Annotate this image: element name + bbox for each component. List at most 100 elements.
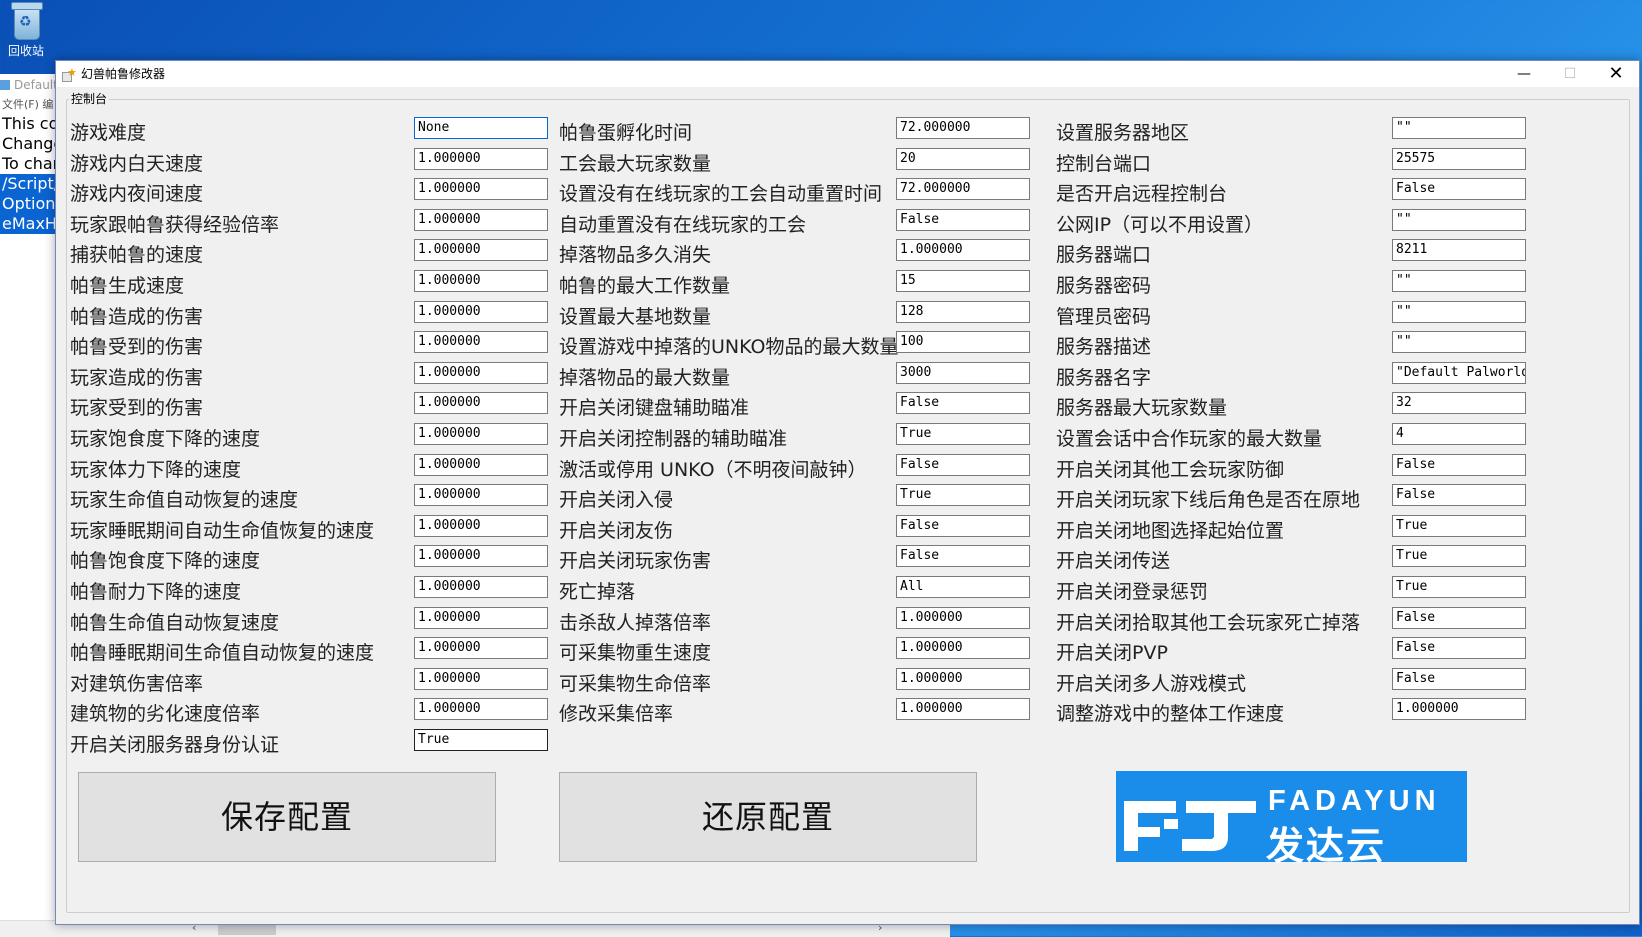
setting-input[interactable]: 1.000000 <box>414 239 548 262</box>
setting-input[interactable]: 8211 <box>1392 239 1526 262</box>
setting-input[interactable]: False <box>896 392 1030 415</box>
setting-input[interactable]: All <box>896 575 1030 598</box>
setting-label: 激活或停用 UNKO（不明夜间敲钟） <box>559 458 867 481</box>
setting-input[interactable]: True <box>896 484 1030 507</box>
setting-row: 公网IP（可以不用设置） "" <box>1056 206 1536 237</box>
setting-input[interactable]: 1.000000 <box>414 422 548 445</box>
setting-row: 可采集物生命倍率 1.000000 <box>559 665 1044 696</box>
background-editor-window[interactable]: Default 文件(F) 编 This cor Change To char … <box>0 74 75 936</box>
setting-label: 帕鲁生命值自动恢复速度 <box>70 611 280 634</box>
setting-input[interactable]: 1.000000 <box>414 514 548 537</box>
setting-input[interactable]: True <box>1392 575 1526 598</box>
setting-input[interactable]: 1.000000 <box>414 453 548 476</box>
background-text-line: To char <box>2 154 60 173</box>
setting-row: 设置没有在线玩家的工会自动重置时间 72.000000 <box>559 175 1044 206</box>
setting-input[interactable]: 1.000000 <box>1392 698 1526 721</box>
setting-input[interactable]: 128 <box>896 300 1030 323</box>
maximize-button[interactable]: ☐ <box>1547 61 1593 87</box>
minimize-button[interactable]: — <box>1501 61 1547 87</box>
setting-input[interactable]: 25575 <box>1392 147 1526 170</box>
setting-row: 玩家饱食度下降的速度 1.000000 <box>70 420 550 451</box>
setting-input[interactable]: 1.000000 <box>414 606 548 629</box>
setting-label: 开启关闭多人游戏模式 <box>1056 672 1247 695</box>
setting-label: 自动重置没有在线玩家的工会 <box>559 213 807 236</box>
setting-input[interactable]: 20 <box>896 147 1030 170</box>
setting-input[interactable]: 1.000000 <box>414 575 548 598</box>
setting-input[interactable]: "" <box>1392 117 1526 139</box>
recycle-bin-shortcut[interactable]: ♻ 回收站 <box>4 0 48 59</box>
setting-input[interactable]: False <box>1392 453 1526 476</box>
logo-text-cn: 发达云 <box>1266 824 1387 868</box>
setting-input[interactable]: "" <box>1392 269 1526 292</box>
restore-config-button[interactable]: 还原配置 <box>559 772 977 862</box>
setting-input[interactable]: True <box>896 422 1030 445</box>
setting-label: 服务器名字 <box>1056 366 1152 389</box>
setting-row: 玩家造成的伤害 1.000000 <box>70 359 550 390</box>
background-window-title: Default <box>14 78 58 92</box>
setting-input[interactable]: 1.000000 <box>414 147 548 170</box>
setting-row: 帕鲁生命值自动恢复速度 1.000000 <box>70 604 550 635</box>
setting-input[interactable]: 1.000000 <box>896 239 1030 262</box>
close-button[interactable]: ✕ <box>1593 61 1639 87</box>
setting-input[interactable]: True <box>414 728 548 751</box>
setting-input[interactable]: 72.000000 <box>896 117 1030 139</box>
setting-input[interactable]: "" <box>1392 208 1526 231</box>
setting-row: 帕鲁蛋孵化时间 72.000000 <box>559 114 1044 145</box>
setting-input[interactable]: 32 <box>1392 392 1526 415</box>
setting-input[interactable]: 1.000000 <box>414 637 548 660</box>
setting-label: 开启关闭登录惩罚 <box>1056 580 1209 603</box>
setting-row: 玩家跟帕鲁获得经验倍率 1.000000 <box>70 206 550 237</box>
setting-input[interactable]: False <box>896 514 1030 537</box>
setting-input[interactable]: 1.000000 <box>414 208 548 231</box>
setting-input[interactable]: 1.000000 <box>896 637 1030 660</box>
setting-input[interactable]: "" <box>1392 331 1526 354</box>
setting-input[interactable]: False <box>1392 484 1526 507</box>
setting-input[interactable]: False <box>1392 178 1526 201</box>
title-bar[interactable]: ★ 幻兽帕鲁修改器 — ☐ ✕ <box>56 61 1639 87</box>
setting-input[interactable]: 1.000000 <box>414 269 548 292</box>
setting-input[interactable]: True <box>1392 514 1526 537</box>
setting-input[interactable]: 1.000000 <box>896 698 1030 721</box>
setting-input[interactable]: 1.000000 <box>414 300 548 323</box>
setting-input[interactable]: 3000 <box>896 361 1030 384</box>
setting-input[interactable]: False <box>896 545 1030 568</box>
setting-input[interactable]: False <box>1392 606 1526 629</box>
setting-input[interactable]: 72.000000 <box>896 178 1030 201</box>
setting-input[interactable]: 1.000000 <box>414 698 548 721</box>
setting-input[interactable]: 1.000000 <box>414 331 548 354</box>
setting-input[interactable]: 15 <box>896 269 1030 292</box>
setting-input[interactable]: False <box>1392 637 1526 660</box>
setting-label: 掉落物品的最大数量 <box>559 366 731 389</box>
setting-row: 修改采集倍率 1.000000 <box>559 695 1044 726</box>
setting-row: 开启关闭登录惩罚 True <box>1056 573 1536 604</box>
setting-label: 开启关闭玩家伤害 <box>559 550 712 573</box>
palworld-editor-window: ★ 幻兽帕鲁修改器 — ☐ ✕ 控制台 游戏难度 None 游戏内白天速度 1.000… <box>55 60 1640 925</box>
setting-input[interactable]: 1.000000 <box>414 484 548 507</box>
setting-input[interactable]: "" <box>1392 300 1526 323</box>
setting-input[interactable]: "Default Palworld <box>1392 361 1526 384</box>
setting-input[interactable]: 1.000000 <box>414 361 548 384</box>
setting-input[interactable]: None <box>414 117 548 139</box>
setting-input[interactable]: 4 <box>1392 422 1526 445</box>
setting-input[interactable]: True <box>1392 545 1526 568</box>
setting-label: 是否开启远程控制台 <box>1056 183 1228 206</box>
setting-input[interactable]: 1.000000 <box>414 545 548 568</box>
setting-input[interactable]: 1.000000 <box>896 667 1030 690</box>
fadayun-mark-icon <box>1124 801 1256 851</box>
setting-input[interactable]: False <box>1392 667 1526 690</box>
setting-input[interactable]: 1.000000 <box>414 667 548 690</box>
background-window-menu[interactable]: 文件(F) 编 <box>0 96 60 114</box>
settings-column-3: 设置服务器地区 "" 控制台端口 25575 是否开启远程控制台 False 公网IP（可以… <box>1056 114 1536 726</box>
setting-input[interactable]: 100 <box>896 331 1030 354</box>
setting-input[interactable]: False <box>896 208 1030 231</box>
setting-row: 游戏内夜间速度 1.000000 <box>70 175 550 206</box>
setting-label: 帕鲁蛋孵化时间 <box>559 122 693 144</box>
save-config-button[interactable]: 保存配置 <box>78 772 496 862</box>
setting-label: 建筑物的劣化速度倍率 <box>70 703 261 726</box>
setting-input[interactable]: 1.000000 <box>896 606 1030 629</box>
setting-input[interactable]: 1.000000 <box>414 178 548 201</box>
setting-input[interactable]: 1.000000 <box>414 392 548 415</box>
setting-input[interactable]: False <box>896 453 1030 476</box>
setting-row: 设置会话中合作玩家的最大数量 4 <box>1056 420 1536 451</box>
setting-label: 帕鲁睡眠期间生命值自动恢复的速度 <box>70 642 375 665</box>
